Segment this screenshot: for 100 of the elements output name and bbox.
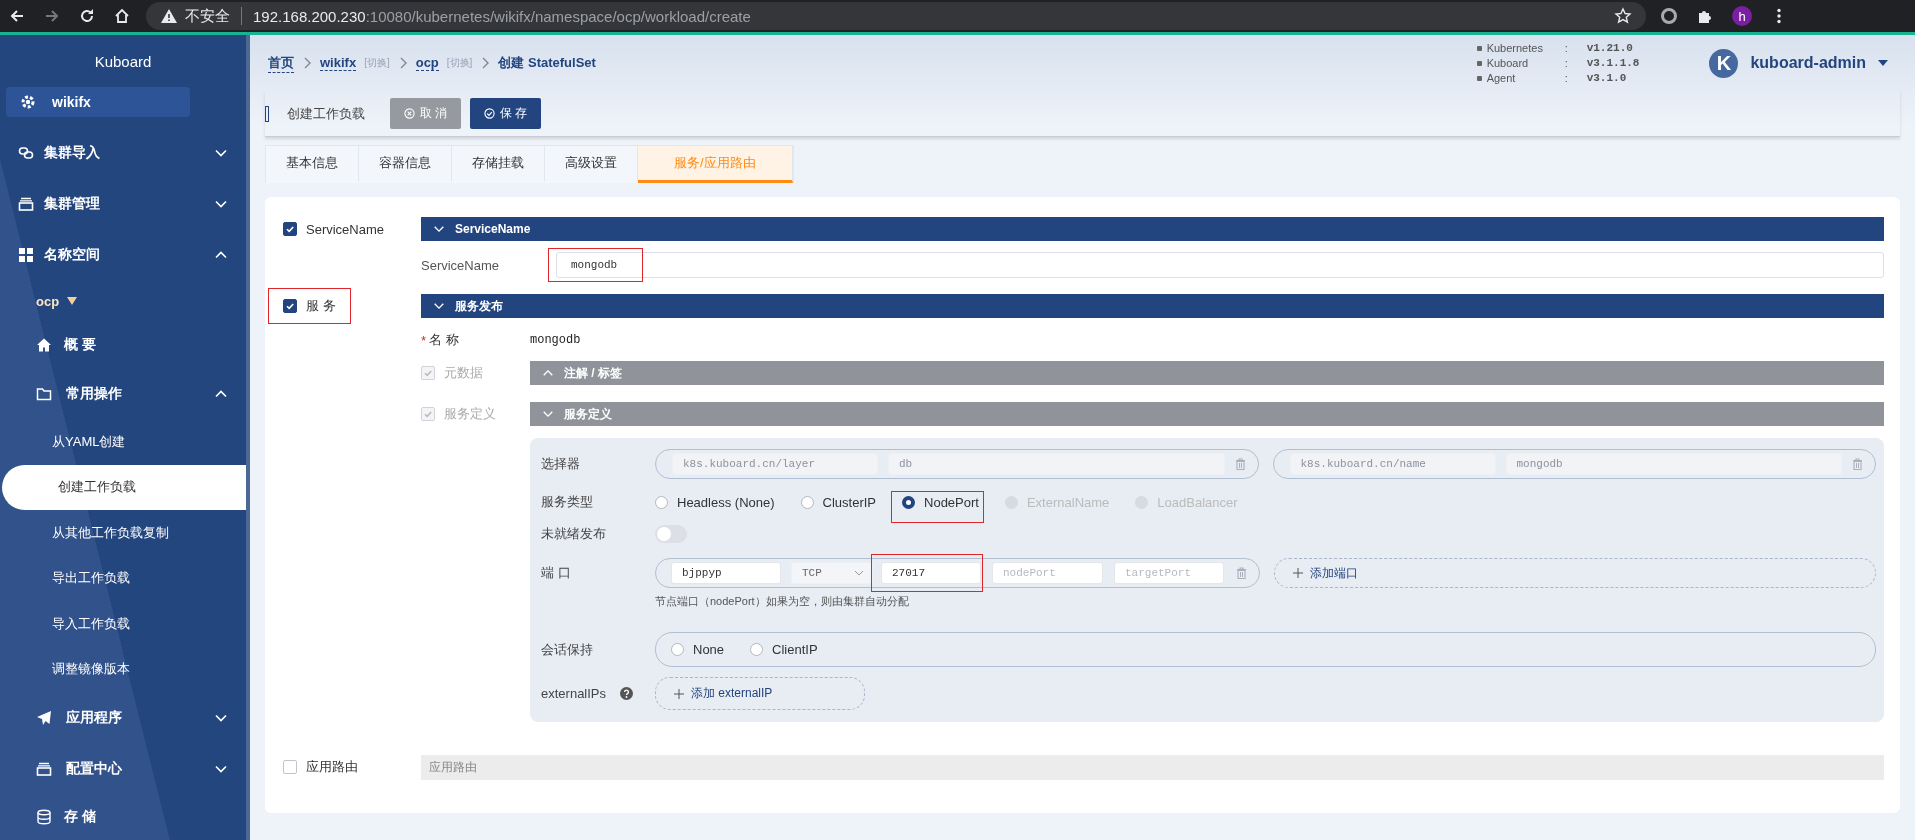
user-name[interactable]: kuboard-admin — [1750, 54, 1866, 72]
gear-icon — [20, 94, 36, 110]
radio-option[interactable]: ClientIP — [750, 642, 818, 657]
menu-item[interactable]: 创建工作负载 — [2, 464, 246, 510]
menu-item[interactable]: 常用操作 — [0, 368, 246, 419]
breadcrumb-link[interactable]: 首页 — [268, 53, 294, 73]
menu-item[interactable]: 从YAML创建 — [0, 419, 246, 465]
checkbox[interactable] — [283, 299, 297, 313]
field-label: 未就绪发布 — [541, 524, 606, 543]
tab[interactable]: 容器信息 — [359, 146, 452, 183]
check-icon — [423, 409, 433, 419]
paper-plane-icon — [36, 709, 52, 726]
hint-text: 节点端口（nodePort）如果为空，则由集群自动分配 — [655, 594, 910, 609]
field-label: 名 称 — [429, 331, 459, 349]
checkbox-label: 应用路由 — [306, 758, 358, 776]
save-button[interactable]: 保 存 — [470, 98, 541, 129]
toggle-switch[interactable] — [655, 524, 687, 543]
version-separator: : — [1564, 70, 1569, 86]
menu-item[interactable]: 应用程序 — [0, 692, 246, 743]
checkbox[interactable] — [283, 222, 297, 236]
menu-item[interactable]: 导入工作负载 — [0, 601, 246, 647]
url-host: 192.168.200.230 — [253, 7, 366, 25]
protocol-select[interactable]: TCP — [791, 562, 873, 584]
link-icon — [18, 144, 34, 161]
chevron-right-icon — [480, 57, 491, 69]
field-label: 会话保持 — [541, 640, 593, 659]
circle-icon[interactable] — [1660, 7, 1678, 25]
breadcrumb-link[interactable]: ocp — [415, 55, 439, 71]
namespace-selector[interactable]: ocp — [0, 280, 246, 322]
cluster-item[interactable]: wikifx — [6, 87, 190, 117]
menu-item[interactable]: 导出工作负载 — [0, 555, 246, 601]
version-separator: : — [1564, 55, 1569, 71]
version-separator: : — [1564, 40, 1569, 56]
trash-icon[interactable] — [1236, 567, 1247, 579]
section-header[interactable]: ServiceName — [421, 217, 1884, 241]
breadcrumb-current: 创建 StatefulSet — [498, 54, 596, 72]
home-icon[interactable] — [113, 7, 131, 25]
checkbox-label: 服 务 — [306, 297, 336, 315]
breadcrumb-link[interactable]: wikifx — [320, 55, 357, 71]
caret-icon[interactable] — [1878, 59, 1888, 67]
reload-icon[interactable] — [78, 7, 96, 25]
check-icon — [285, 224, 295, 234]
url-path: :10080/kubernetes/wikifx/namespace/ocp/workload/create — [365, 7, 751, 25]
radio-button[interactable] — [655, 495, 668, 509]
radio-option[interactable]: NodePort — [902, 494, 979, 510]
close-icon — [403, 108, 415, 119]
radio-option[interactable]: Headless (None) — [655, 494, 775, 510]
security-label: 不安全 — [185, 6, 230, 26]
version-name: Kubernetes — [1486, 40, 1544, 56]
checkbox-label: ServiceName — [306, 221, 385, 237]
home-icon — [36, 337, 52, 353]
plus-icon — [1293, 568, 1303, 578]
version-value: v3.1.0 — [1586, 70, 1628, 86]
field-label: 服务类型 — [541, 493, 593, 511]
menu-item[interactable]: 名称空间 — [0, 229, 246, 280]
radio-option[interactable]: None — [671, 642, 725, 657]
text-field[interactable]: mongodb — [556, 252, 1884, 278]
database-icon — [36, 809, 52, 825]
menu-item[interactable]: 集群管理 — [0, 178, 246, 229]
trash-icon[interactable] — [1234, 458, 1246, 470]
node-port-field[interactable]: nodePort — [992, 562, 1103, 584]
check-icon — [285, 301, 295, 311]
tray-icon — [18, 195, 34, 212]
menu-item[interactable]: 存 储 — [0, 794, 246, 840]
radio-button[interactable] — [750, 643, 764, 656]
tray-icon — [36, 760, 52, 777]
checkbox-label: 服务定义 — [444, 405, 496, 423]
menu-item[interactable]: 集群导入 — [0, 127, 246, 178]
tab[interactable]: 存储挂载 — [452, 146, 545, 183]
caret-icon — [67, 297, 78, 305]
version-name: Kuboard — [1486, 55, 1530, 71]
tab[interactable]: 基本信息 — [266, 146, 359, 183]
radio-button[interactable] — [800, 495, 814, 509]
port-field[interactable]: 27017 — [881, 562, 981, 584]
menu-item[interactable]: 概 要 — [0, 322, 246, 368]
field-label: 端 口 — [541, 564, 571, 582]
radio-option[interactable]: ClusterIP — [800, 494, 876, 510]
checkbox-label: 元数据 — [444, 364, 483, 382]
address-bar[interactable]: 不安全 192.168.200.230:10080/kubernetes/wikifx/namespace/ocp/workload/create — [146, 2, 1646, 30]
section-header[interactable]: 服务发布 — [421, 294, 1884, 318]
help-icon — [620, 687, 633, 700]
add-external-ip-button[interactable]: 添加 externalIP — [655, 677, 865, 710]
page-title: 创建工作负载 — [287, 104, 365, 123]
target-port-field[interactable]: targetPort — [1114, 562, 1224, 584]
field-value: mongodb — [530, 333, 581, 347]
menu-item[interactable]: 调整镜像版本 — [0, 646, 246, 692]
menu-item[interactable]: 配置中心 — [0, 743, 246, 794]
star-icon[interactable] — [1614, 7, 1632, 25]
menu-item[interactable]: 从其他工作负载复制 — [0, 510, 246, 556]
plus-icon — [674, 688, 684, 699]
version-name: Agent — [1486, 70, 1517, 86]
radio-button[interactable] — [902, 495, 915, 509]
radio-button[interactable] — [671, 643, 684, 656]
field-label: ServiceName — [421, 257, 501, 273]
version-value: v1.21.0 — [1586, 40, 1634, 56]
required-mark: * — [421, 332, 427, 348]
check-circle-icon — [483, 108, 495, 119]
port-name-field[interactable]: bjppyp — [671, 562, 781, 584]
profile-avatar[interactable]: h — [1732, 6, 1752, 26]
trash-icon[interactable] — [1852, 458, 1863, 470]
